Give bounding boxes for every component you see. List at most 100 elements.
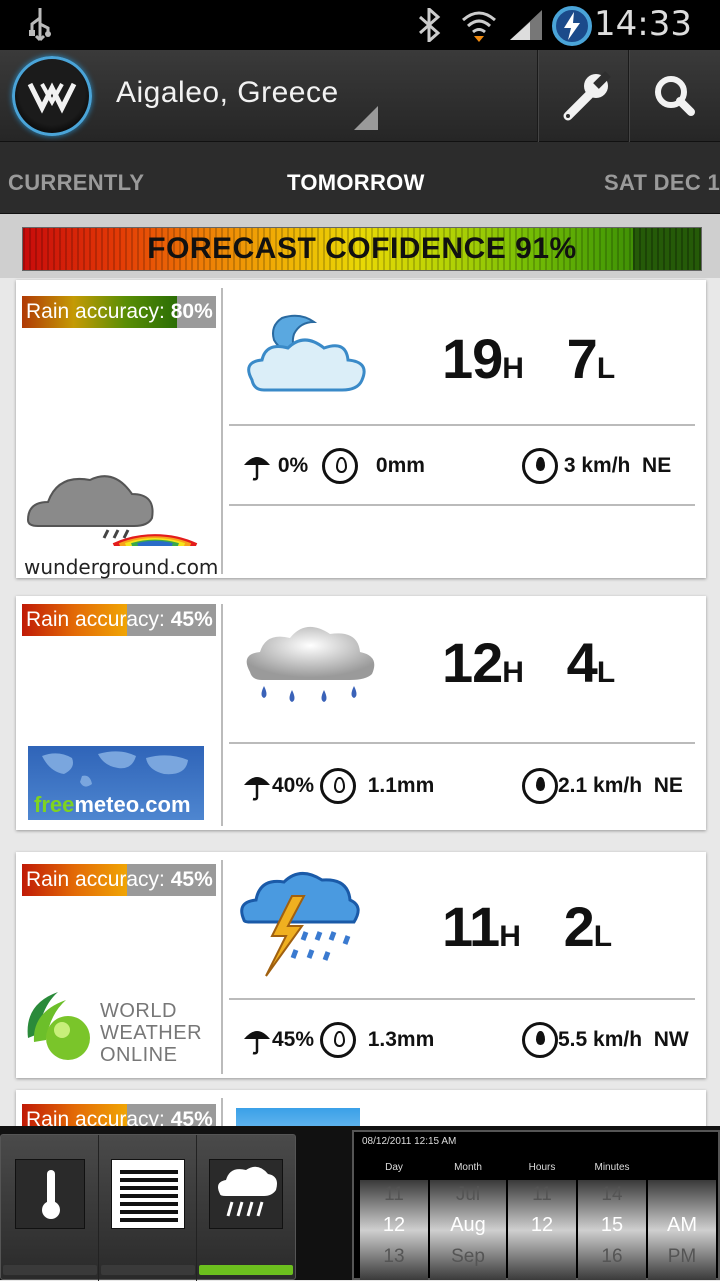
picker-value: 13	[383, 1246, 405, 1267]
tab-currently[interactable]: CURRENTLY	[8, 170, 144, 196]
precip-amount: 0mm	[375, 454, 425, 477]
temperature-widget-box	[15, 1159, 85, 1229]
temp-high: 19	[442, 327, 503, 390]
wind-speed: 2.1 km/h	[558, 774, 643, 797]
widget-indicator	[3, 1265, 97, 1275]
card-divider	[221, 288, 223, 574]
rain-accuracy-label: Rain accuracy:	[26, 300, 165, 323]
search-icon	[655, 76, 695, 116]
rain-cloud-icon	[246, 626, 375, 702]
widget-indicator-active	[199, 1265, 293, 1275]
wind-drop-icon	[522, 1022, 558, 1059]
settings-button[interactable]	[537, 50, 629, 142]
wind-speed: 5.5 km/h	[558, 1028, 643, 1051]
location-dropdown-arrow-icon	[354, 106, 378, 130]
bottom-panel: 08/12/2011 12:15 AM Day Month Hours Minu…	[0, 1126, 720, 1281]
temp-low: 4	[566, 631, 598, 694]
picker-label-hours: Hours	[528, 1162, 556, 1173]
temperature-high-low: 12H 4L	[442, 630, 615, 695]
temp-high: 11	[442, 895, 500, 958]
source-name: WORLD WEATHER ONLINE	[100, 1000, 203, 1066]
battery-charging-icon	[552, 6, 592, 46]
picker-month-wheel[interactable]: Jul Aug Sep	[430, 1180, 506, 1280]
rain-accuracy-label: Rain accuracy:	[26, 868, 165, 891]
rain-widget-button[interactable]	[197, 1135, 295, 1281]
temp-high: 12	[442, 631, 503, 694]
confidence-label: FORECAST COFIDENCE 91%	[147, 232, 577, 265]
precip-amount: 1.3mm	[367, 1028, 435, 1051]
wind-direction: NW	[653, 1028, 689, 1051]
source-name: wunderground.com	[24, 555, 219, 579]
precip-info: 40% 1.1mm	[242, 768, 435, 805]
search-button[interactable]	[628, 50, 720, 142]
tab-tomorrow[interactable]: TOMORROW	[287, 170, 425, 196]
picker-value-selected: Aug	[450, 1214, 486, 1236]
confidence-meter: FORECAST COFIDENCE 91%	[22, 227, 702, 271]
list-widget-box	[111, 1159, 185, 1229]
wind-info: 3 km/h NE	[522, 448, 672, 485]
picker-value: 16	[601, 1246, 623, 1267]
picker-ampm-wheel[interactable]: AM PM	[648, 1180, 716, 1280]
rain-accuracy-bar: Rain accuracy: 45%	[22, 604, 216, 636]
precip-drop-icon	[319, 768, 356, 805]
day-tabs: CURRENTLY TOMORROW SAT DEC 1	[0, 142, 720, 214]
picker-label-minutes: Minutes	[594, 1162, 630, 1173]
temp-low-unit: L	[596, 352, 615, 385]
wunderground-logo: wunderground.com	[24, 466, 218, 579]
app-logo[interactable]	[12, 56, 92, 136]
wind-info: 2.1 km/h NE	[522, 768, 683, 805]
world-weather-online-logo: WORLD WEATHER ONLINE	[22, 984, 218, 1066]
card-divider	[221, 860, 223, 1074]
forecast-card[interactable]: Rain accuracy: 45% freemeteo.com 12H 4L …	[16, 596, 706, 830]
temperature-widget-button[interactable]	[1, 1135, 99, 1281]
widget-switcher	[0, 1134, 296, 1281]
list-lines-icon	[120, 1170, 178, 1222]
temp-low-unit: L	[593, 920, 612, 953]
picker-minutes-wheel[interactable]: 14 15 16	[578, 1180, 646, 1280]
precip-amount: 1.1mm	[367, 774, 435, 797]
picker-hours-wheel[interactable]: 11 12	[508, 1180, 576, 1280]
list-widget-button[interactable]	[99, 1135, 197, 1281]
picker-label-month: Month	[454, 1162, 482, 1173]
precip-chance: 40%	[272, 774, 315, 797]
wind-drop-icon	[522, 448, 558, 485]
picker-day-wheel[interactable]: 11 12 13	[360, 1180, 428, 1280]
picker-value: 11	[384, 1184, 404, 1205]
rain-accuracy-label: Rain accuracy:	[26, 608, 165, 631]
freemeteo-logo: freemeteo.com	[28, 746, 204, 820]
tab-sat-dec-1[interactable]: SAT DEC 1	[604, 170, 720, 196]
rain-accuracy-value: 45%	[170, 868, 213, 891]
rain-accuracy-bar: Rain accuracy: 45%	[22, 864, 216, 896]
card-separator	[229, 742, 695, 744]
card-separator	[229, 998, 695, 1000]
location-selector[interactable]: Aigaleo, Greece	[116, 76, 339, 110]
card-separator	[229, 504, 695, 506]
date-time-picker[interactable]: 08/12/2011 12:15 AM Day Month Hours Minu…	[352, 1130, 720, 1280]
wrench-icon	[563, 71, 611, 121]
forecast-card[interactable]: Rain accuracy: 45% WORLD WEATHER ONLINE …	[16, 852, 706, 1078]
rain-accuracy-value: 80%	[170, 300, 213, 323]
thermometer-icon	[42, 1170, 60, 1219]
forecast-card[interactable]: Rain accuracy: 80% wunderground.com 19H …	[16, 280, 706, 579]
usb-icon	[29, 8, 51, 42]
signal-icon	[510, 10, 542, 40]
rain-widget-box	[209, 1159, 283, 1229]
picker-label-day: Day	[385, 1162, 403, 1173]
precip-info: 0% 0mm	[242, 448, 425, 485]
wind-drop-icon	[522, 768, 558, 805]
precip-drop-icon	[322, 448, 359, 485]
clock: 14:33	[594, 4, 692, 44]
temp-low-unit: L	[596, 656, 615, 689]
umbrella-icon	[244, 457, 270, 481]
picker-value-selected: AM	[667, 1214, 697, 1236]
temp-high-unit: H	[502, 352, 524, 385]
partly-cloudy-night-icon	[247, 314, 366, 392]
wind-direction: NE	[642, 454, 672, 477]
picker-value-selected: 12	[382, 1214, 406, 1236]
temp-low: 2	[563, 895, 595, 958]
picker-value-selected: 15	[600, 1214, 624, 1236]
temp-high-unit: H	[502, 656, 524, 689]
temperature-high-low: 19H 7L	[442, 326, 615, 391]
picker-header: 08/12/2011 12:15 AM	[362, 1136, 457, 1147]
wifi-icon	[462, 11, 496, 42]
